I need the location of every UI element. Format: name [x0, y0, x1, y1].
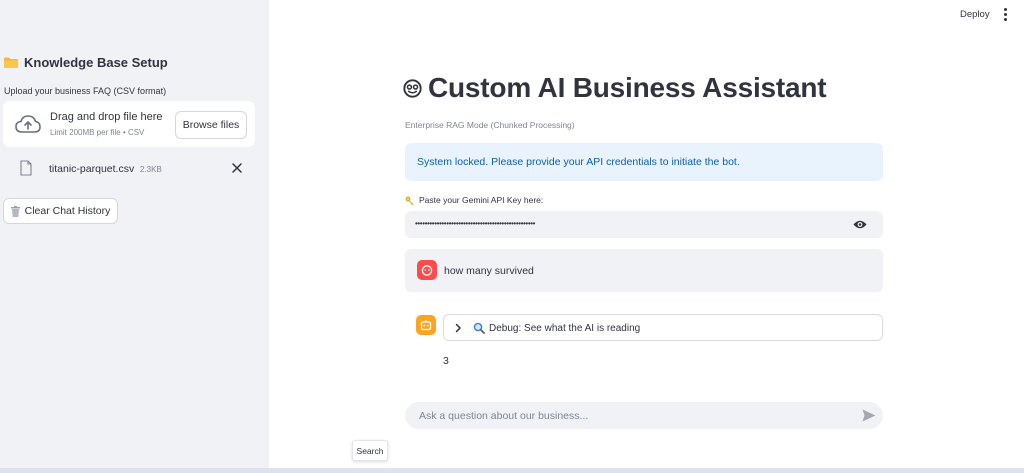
- clear-chat-label: Clear Chat History: [24, 205, 111, 217]
- trash-icon: [10, 205, 20, 217]
- dropzone-title: Drag and drop file here: [50, 111, 163, 123]
- sidebar-title: Knowledge Base Setup: [4, 55, 168, 70]
- page-caption: Enterprise RAG Mode (Chunked Processing): [405, 120, 575, 130]
- upload-label: Upload your business FAQ (CSV format): [4, 86, 167, 96]
- uploaded-file: titanic-parquet.csv 2.3KB: [3, 156, 255, 182]
- eye-icon[interactable]: [853, 219, 867, 230]
- user-message-text: how many survived: [444, 265, 534, 277]
- search-tooltip: Search: [352, 440, 388, 461]
- sidebar: Knowledge Base Setup Upload your busines…: [0, 0, 269, 468]
- api-key-label: Paste your Gemini API Key here:: [405, 195, 543, 205]
- page-title-text: Custom AI Business Assistant: [428, 72, 827, 103]
- dropzone-subtitle: Limit 200MB per file • CSV: [50, 128, 145, 137]
- close-icon[interactable]: [230, 161, 244, 175]
- info-alert: System locked. Please provide your API c…: [405, 143, 883, 181]
- bot-answer-text: 3: [443, 355, 449, 367]
- api-key-value: ••••••••••••••••••••••••••••••••••••••••…: [415, 219, 536, 228]
- chevron-right-icon: [455, 323, 461, 333]
- magnifier-icon: [473, 322, 485, 334]
- clear-chat-history-button[interactable]: Clear Chat History: [3, 198, 118, 224]
- file-dropzone[interactable]: Drag and drop file here Limit 200MB per …: [3, 101, 255, 147]
- debug-expander[interactable]: Debug: See what the AI is reading: [443, 314, 883, 341]
- api-key-input[interactable]: ••••••••••••••••••••••••••••••••••••••••…: [405, 211, 883, 238]
- bot-avatar-icon: [416, 315, 436, 335]
- bottom-strip: [0, 468, 1024, 473]
- user-message: how many survived: [405, 249, 883, 292]
- sidebar-title-text: Knowledge Base Setup: [24, 55, 168, 70]
- file-size: 2.3KB: [140, 165, 162, 174]
- folder-icon: [4, 57, 18, 68]
- send-icon[interactable]: [862, 409, 876, 422]
- deploy-button[interactable]: Deploy: [960, 9, 990, 20]
- chat-input[interactable]: [405, 402, 883, 429]
- bot-face-icon: [403, 78, 422, 98]
- file-name: titanic-parquet.csv: [49, 163, 135, 175]
- debug-expander-label: Debug: See what the AI is reading: [489, 323, 641, 334]
- user-avatar-icon: [417, 260, 437, 280]
- file-icon: [20, 160, 32, 176]
- api-key-label-text: Paste your Gemini API Key here:: [419, 195, 544, 205]
- kebab-menu-icon[interactable]: [1002, 8, 1008, 21]
- browse-files-button[interactable]: Browse files: [175, 111, 247, 139]
- key-icon: [405, 196, 414, 205]
- cloud-upload-icon: [15, 115, 41, 133]
- page-title: Custom AI Business Assistant: [403, 72, 827, 104]
